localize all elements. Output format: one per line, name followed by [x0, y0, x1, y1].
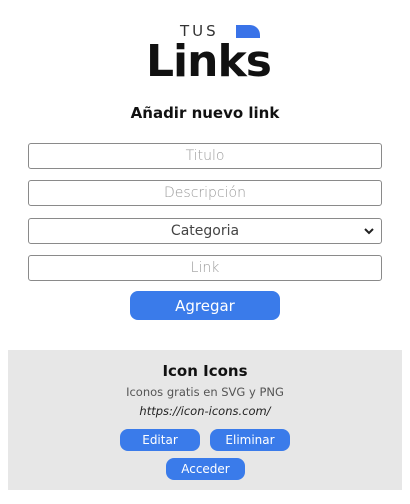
logo-main-text: Links: [146, 36, 272, 87]
link-input[interactable]: [28, 255, 382, 281]
description-input[interactable]: [28, 180, 382, 206]
form-title: Añadir nuevo link: [130, 104, 280, 122]
access-button[interactable]: Acceder: [166, 458, 245, 480]
add-link-button[interactable]: Agregar: [130, 291, 280, 320]
link-card: Icon Icons Iconos gratis en SVG y PNG ht…: [8, 350, 402, 490]
edit-button[interactable]: Editar: [120, 429, 200, 451]
chevron-down-icon: [364, 228, 374, 235]
link-card-description: Iconos gratis en SVG y PNG: [126, 385, 284, 399]
link-card-url: https://icon-icons.com/: [139, 404, 271, 418]
category-selected-value: Categoria: [170, 223, 240, 239]
delete-button[interactable]: Eliminar: [210, 429, 290, 451]
app-logo: TUS Links: [146, 22, 272, 87]
link-card-title: Icon Icons: [162, 362, 248, 380]
title-input[interactable]: [28, 143, 382, 169]
category-select[interactable]: Categoria: [28, 218, 382, 244]
